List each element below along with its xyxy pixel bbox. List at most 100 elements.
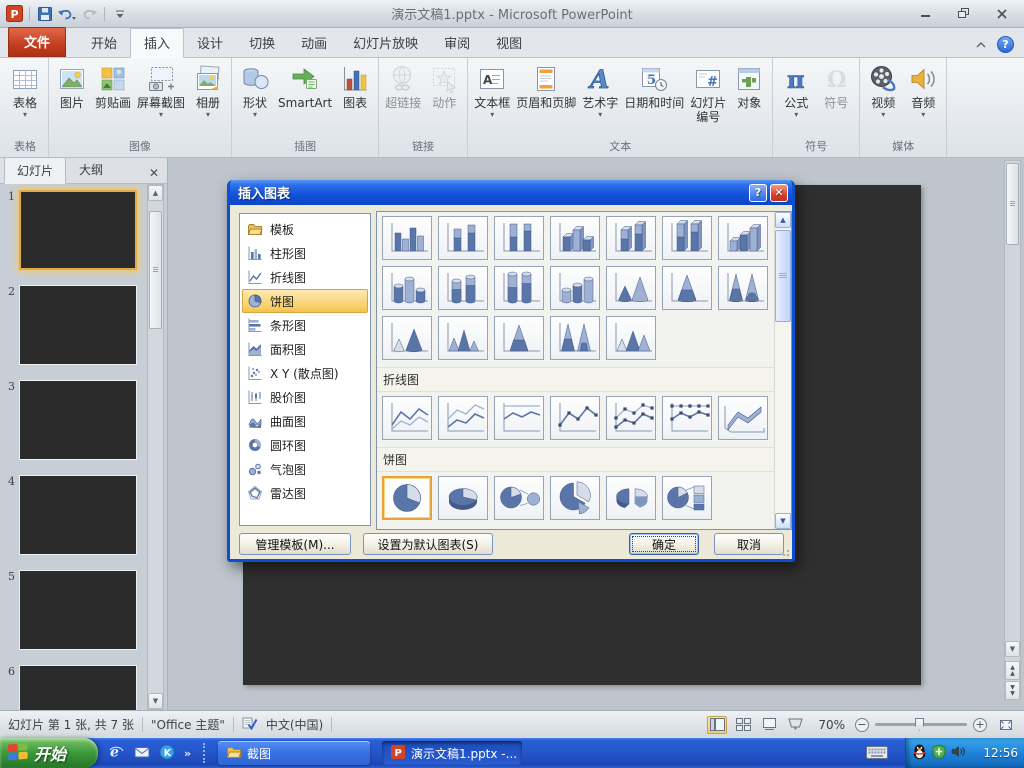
chart-button[interactable]: 图表 [335, 60, 375, 112]
audio-button[interactable]: 音频▾ [903, 60, 943, 121]
volume-speaker-icon[interactable] [951, 745, 965, 761]
close-button[interactable] [990, 6, 1014, 21]
chart-category-radar[interactable]: 雷达图 [242, 481, 368, 505]
chart-type-100-stacked-line[interactable] [494, 396, 544, 440]
chart-type-clustered-cone[interactable] [606, 266, 656, 310]
fit-to-window-button[interactable] [996, 716, 1016, 734]
tab-insert[interactable]: 插入 [130, 28, 184, 58]
chart-type-3d-cylinder[interactable] [550, 266, 600, 310]
chart-type-3d-line[interactable] [718, 396, 768, 440]
scroll-up-icon[interactable]: ▲ [148, 185, 163, 201]
datetime-button[interactable]: 5日期和时间 [621, 60, 687, 112]
action-button[interactable]: 动作 [424, 60, 464, 112]
zoom-percentage[interactable]: 70% [815, 718, 845, 732]
minimize-button[interactable] [914, 6, 938, 21]
chart-type-line-with-markers[interactable] [550, 396, 600, 440]
hyperlink-button[interactable]: 超链接 [382, 60, 424, 112]
qq-icon[interactable] [912, 744, 927, 763]
slide-sorter-view-button[interactable] [733, 716, 753, 734]
ie-icon[interactable]: e [108, 743, 125, 763]
dialog-title-bar[interactable]: 插入图表 ? ✕ [230, 180, 792, 205]
main-scrollbar[interactable]: ▼ ▲▲ ▼▼ [1004, 160, 1021, 700]
chart-type-3d-pyramid[interactable] [606, 316, 656, 360]
manage-templates-button[interactable]: 管理模板(M)... [239, 533, 351, 555]
shapes-button[interactable]: 形状▾ [235, 60, 275, 121]
next-slide-button[interactable]: ▼▼ [1005, 681, 1020, 700]
chart-category-column[interactable]: 柱形图 [242, 241, 368, 265]
chart-type-3d-100-stacked-column[interactable] [662, 216, 712, 260]
slide-thumbnail[interactable] [19, 285, 137, 365]
chart-type-exploded-pie[interactable] [550, 476, 600, 520]
chart-type-clustered-cylinder[interactable] [382, 266, 432, 310]
main-scrollbar-thumb[interactable] [1006, 163, 1019, 245]
panel-tab-outline[interactable]: 大纲 [66, 156, 116, 183]
scroll-down-icon[interactable]: ▼ [148, 693, 163, 709]
zoom-slider[interactable] [875, 723, 967, 726]
table-button[interactable]: 表格▾ [5, 60, 45, 121]
picture-button[interactable]: 图片 [52, 60, 92, 112]
tab-transitions[interactable]: 切换 [236, 29, 288, 57]
screenshot-button[interactable]: 屏幕截图▾ [134, 60, 188, 121]
tab-slideshow[interactable]: 幻灯片放映 [340, 29, 431, 57]
headerfooter-button[interactable]: 页眉和页脚 [513, 60, 579, 112]
chart-type-line[interactable] [382, 396, 432, 440]
task-button-jietu[interactable]: 截图 [218, 741, 370, 765]
save-icon[interactable] [36, 4, 54, 24]
slide-thumbnail[interactable] [19, 380, 137, 460]
quick-launch-overflow-chevron[interactable]: » [184, 747, 191, 760]
app-icon[interactable]: P [5, 4, 23, 24]
chart-type-pie-of-pie[interactable] [494, 476, 544, 520]
panel-scrollbar[interactable]: ▲ ▼ [147, 184, 164, 710]
chart-type-3d-stacked-column[interactable] [606, 216, 656, 260]
chart-type-clustered-column[interactable] [382, 216, 432, 260]
chart-category-pie[interactable]: 饼图 [242, 289, 368, 313]
k-player-icon[interactable]: K [159, 744, 175, 763]
chart-category-stock[interactable]: 股价图 [242, 385, 368, 409]
task-button-ppt[interactable]: P演示文稿1.pptx -... [382, 741, 522, 765]
language-indicator[interactable]: 中文(中国) [266, 716, 323, 733]
album-button[interactable]: 相册▾ [188, 60, 228, 121]
tab-view[interactable]: 视图 [483, 29, 535, 57]
chart-category-area[interactable]: 面积图 [242, 337, 368, 361]
chart-type-stacked-pyramid[interactable] [494, 316, 544, 360]
wordart-button[interactable]: A艺术字▾ [579, 60, 621, 121]
tab-file[interactable]: 文件 [8, 27, 66, 57]
mail-icon[interactable] [134, 744, 150, 763]
panel-close-icon[interactable]: ✕ [149, 168, 159, 178]
previous-slide-button[interactable]: ▲▲ [1005, 661, 1020, 680]
panel-tab-slides[interactable]: 幻灯片 [4, 157, 66, 184]
dialog-resize-grip[interactable] [779, 546, 791, 558]
slide-thumbnail[interactable] [19, 570, 137, 650]
chart-type-stacked-cone[interactable] [662, 266, 712, 310]
collapse-ribbon-icon[interactable] [975, 38, 987, 52]
chart-category-bubble[interactable]: 气泡图 [242, 457, 368, 481]
equation-button[interactable]: π公式▾ [776, 60, 816, 121]
tab-animations[interactable]: 动画 [288, 29, 340, 57]
reading-view-button[interactable] [759, 716, 779, 734]
chart-type-3d-cone[interactable] [382, 316, 432, 360]
chart-type-stacked-cylinder[interactable] [438, 266, 488, 310]
slideshow-view-button[interactable] [785, 716, 805, 734]
chart-type-bar-of-pie[interactable] [662, 476, 712, 520]
tab-design[interactable]: 设计 [184, 29, 236, 57]
customize-qat-icon[interactable] [111, 4, 129, 24]
tab-review[interactable]: 审阅 [431, 29, 483, 57]
chart-type-stacked-line[interactable] [438, 396, 488, 440]
chart-type-100-stacked-column[interactable] [494, 216, 544, 260]
dialog-close-icon[interactable]: ✕ [770, 184, 788, 202]
input-method-keyboard-icon[interactable] [866, 746, 888, 762]
chart-type-3d-exploded-pie[interactable] [606, 476, 656, 520]
slide-thumbnail[interactable] [19, 665, 137, 710]
gallery-scrollbar-thumb[interactable] [775, 230, 791, 322]
video-button[interactable]: 视频▾ [863, 60, 903, 121]
textbox-button[interactable]: A文本框▾ [471, 60, 513, 121]
chart-type-stacked-column[interactable] [438, 216, 488, 260]
panel-scrollbar-thumb[interactable] [149, 211, 162, 329]
help-icon[interactable]: ? [997, 36, 1014, 53]
zoom-slider-thumb[interactable] [915, 718, 924, 731]
chart-type-stacked-line-with-markers[interactable] [606, 396, 656, 440]
chart-category-bar[interactable]: 条形图 [242, 313, 368, 337]
chart-type-3d-column[interactable] [718, 216, 768, 260]
chart-type-100-stacked-line-with-markers[interactable] [662, 396, 712, 440]
dialog-help-icon[interactable]: ? [749, 184, 767, 202]
